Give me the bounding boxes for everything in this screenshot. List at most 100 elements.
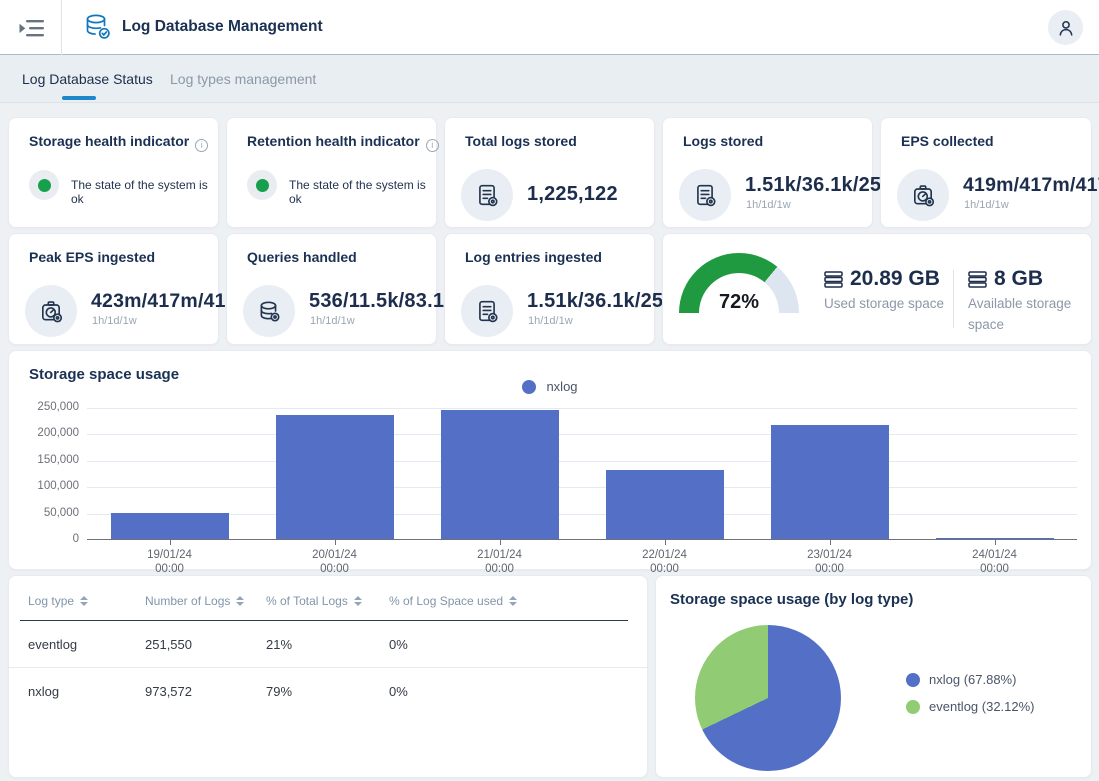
used-storage-label: Used storage space	[824, 294, 954, 315]
y-tick-label: 150,000	[9, 454, 79, 466]
green-status-dot	[256, 179, 269, 192]
x-tick-label-line: 22/01/24	[585, 548, 745, 562]
x-axis-tick	[665, 540, 666, 545]
card-log-type-table: Log typeNumber of Logs % of Total Logs% o…	[8, 575, 648, 778]
sort-arrows-icon[interactable]	[80, 596, 88, 606]
card-title: Total logs stored	[465, 133, 577, 149]
card-title: Log entries ingested	[465, 249, 602, 265]
table-row[interactable]: eventlog251,55021%0%	[9, 621, 647, 668]
gauge-percent: 72%	[679, 291, 799, 314]
x-axis-tick	[500, 540, 501, 545]
table-cell: eventlog	[28, 637, 145, 652]
menu-unfold-icon[interactable]	[13, 13, 49, 43]
x-tick-label-line: 24/01/24	[915, 548, 1075, 562]
sort-arrows-icon[interactable]	[236, 596, 244, 606]
x-tick-label: 24/01/2400:00	[915, 548, 1075, 577]
document-icon	[475, 183, 499, 207]
card-title: Storage health indicator	[29, 133, 208, 152]
card-queries-handled: Queries handled 536/11.5k/83.1k 1h/1d/1w	[226, 233, 437, 345]
card-storage-health: Storage health indicator The state of th…	[8, 117, 219, 228]
tab-bar: Log Database Status Log types management	[0, 55, 1099, 103]
table-cell: 0%	[389, 637, 637, 652]
card-retention-health: Retention health indicator The state of …	[226, 117, 437, 228]
legend-label: nxlog (67.88%)	[929, 672, 1016, 687]
gridline	[87, 487, 1077, 488]
card-title-text: Storage health indicator	[29, 133, 189, 149]
legend-dot	[906, 673, 920, 687]
column-header-number-of-logs[interactable]: Number of Logs	[145, 594, 266, 608]
card-total-logs: Total logs stored 1,225,122	[444, 117, 655, 228]
y-tick-label: 100,000	[9, 480, 79, 492]
chart-bar[interactable]	[771, 425, 889, 539]
x-axis-line	[87, 539, 1077, 540]
y-axis-labels: 050,000100,000150,000200,000250,000	[9, 408, 79, 540]
metric-period: 1h/1d/1w	[310, 315, 355, 327]
sort-down-arrow	[236, 602, 244, 606]
icon-circle	[243, 285, 295, 337]
legend-item[interactable]: nxlog	[522, 379, 577, 394]
tab-label: Log types management	[170, 71, 316, 87]
info-icon[interactable]	[195, 139, 208, 152]
x-tick-label: 23/01/2400:00	[750, 548, 910, 577]
chart-bar[interactable]	[111, 513, 229, 539]
meter-icon	[39, 299, 63, 323]
column-header-label: Number of Logs	[145, 594, 230, 608]
metric-value: 536/11.5k/83.1k	[309, 290, 455, 313]
sort-down-arrow	[80, 602, 88, 606]
info-icon[interactable]	[426, 139, 439, 152]
sort-arrows-icon[interactable]	[509, 596, 517, 606]
table-cell: nxlog	[28, 684, 145, 699]
icon-circle	[461, 169, 513, 221]
icon-circle	[679, 169, 731, 221]
table-cell: 21%	[266, 637, 389, 652]
sort-arrows-icon[interactable]	[354, 596, 362, 606]
pie-chart[interactable]	[695, 625, 841, 771]
stat-divider	[953, 270, 954, 328]
pie-legend-item-eventlog[interactable]: eventlog (32.12%)	[906, 699, 1035, 714]
x-axis-tick	[995, 540, 996, 545]
metric-period: 1h/1d/1w	[92, 315, 137, 327]
status-indicator	[29, 170, 59, 200]
icon-circle	[897, 169, 949, 221]
table-cell: 0%	[389, 684, 637, 699]
disk-stack-icon	[968, 271, 987, 288]
card-logs-stored: Logs stored 1.51k/36.1k/252k 1h/1d/1w	[662, 117, 873, 228]
table-header-row: Log typeNumber of Logs % of Total Logs% o…	[9, 576, 647, 620]
sort-down-arrow	[354, 602, 362, 606]
x-tick-label: 21/01/2400:00	[420, 548, 580, 577]
chart-bar[interactable]	[441, 410, 559, 539]
gridline	[87, 434, 1077, 435]
x-tick-label: 22/01/2400:00	[585, 548, 745, 577]
card-title: Retention health indicator	[247, 133, 439, 152]
table-row[interactable]: nxlog973,57279%0%	[9, 668, 647, 714]
sort-up-arrow	[354, 596, 362, 600]
metric-period: 1h/1d/1w	[528, 315, 573, 327]
disk-stack-icon	[824, 271, 843, 288]
card-storage-by-log-type: Storage space usage (by log type) nxlog …	[655, 575, 1092, 778]
x-tick-label: 20/01/2400:00	[255, 548, 415, 577]
metric-value: 419m/417m/417m	[963, 174, 1099, 197]
header-divider	[61, 0, 62, 55]
column-header--of-log-space-used[interactable]: % of Log Space used	[389, 594, 637, 608]
column-header-log-type[interactable]: Log type	[28, 594, 145, 608]
tab-log-types-management[interactable]: Log types management	[170, 55, 316, 103]
legend-label: nxlog	[546, 379, 577, 394]
active-tab-underline	[62, 96, 96, 100]
chart-bar[interactable]	[276, 415, 394, 539]
gridline	[87, 514, 1077, 515]
card-eps-collected: EPS collected 419m/417m/417m 1h/1d/1w	[880, 117, 1092, 228]
available-storage-value: 8 GB	[994, 267, 1043, 291]
card-title: Peak EPS ingested	[29, 249, 155, 265]
y-tick-label: 200,000	[9, 427, 79, 439]
x-tick-label-line: 20/01/24	[255, 548, 415, 562]
metric-period: 1h/1d/1w	[746, 199, 791, 211]
chart-legend: nxlog	[9, 379, 1091, 394]
user-avatar-button[interactable]	[1048, 10, 1083, 45]
card-title-text: Retention health indicator	[247, 133, 420, 149]
pie-legend-item-nxlog[interactable]: nxlog (67.88%)	[906, 672, 1035, 687]
column-header--of-total-logs[interactable]: % of Total Logs	[266, 594, 389, 608]
available-storage-value-row: 8 GB	[968, 267, 1043, 291]
status-indicator	[247, 170, 277, 200]
chart-bar[interactable]	[606, 470, 724, 539]
chart-bar[interactable]	[936, 538, 1054, 539]
